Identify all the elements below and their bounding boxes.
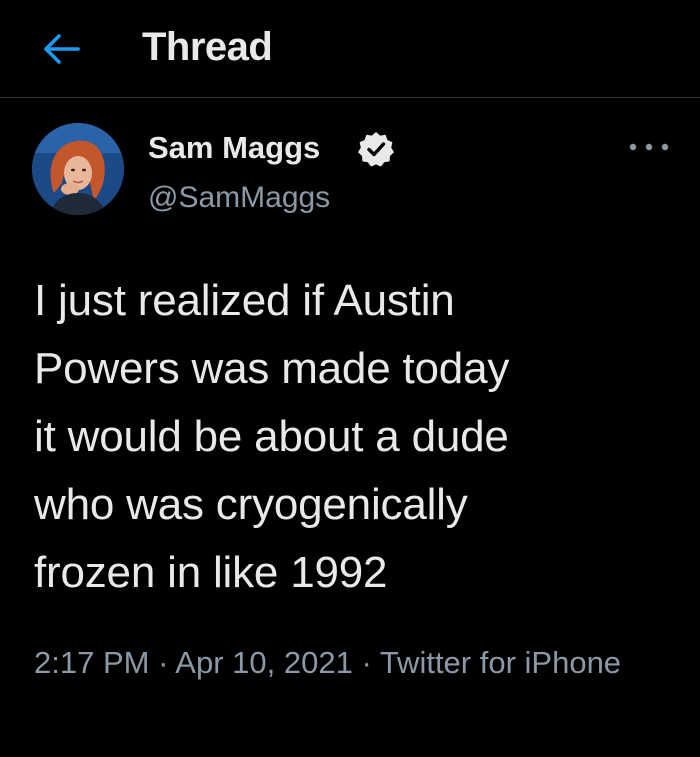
tweet-date[interactable]: Apr 10, 2021: [175, 645, 353, 680]
verified-badge-icon: [356, 129, 396, 169]
thread-header: Thread: [0, 0, 700, 98]
author-name[interactable]: Sam Maggs: [148, 129, 320, 167]
tweet-text: I just realized if Austin Powers was mad…: [34, 276, 510, 597]
tweet: Sam Maggs @SamMaggs I just realized if A…: [0, 99, 700, 757]
more-horizontal-icon: [629, 143, 669, 151]
meta-separator: ·: [149, 645, 176, 680]
tweet-time[interactable]: 2:17 PM: [34, 645, 149, 680]
page-title: Thread: [142, 25, 273, 69]
author-handle[interactable]: @SamMaggs: [148, 179, 330, 217]
more-options-button[interactable]: [625, 135, 673, 159]
avatar[interactable]: [32, 123, 124, 215]
tweet-metadata: 2:17 PM · Apr 10, 2021 · Twitter for iPh…: [34, 641, 674, 685]
arrow-left-icon: [44, 34, 80, 64]
back-button[interactable]: [40, 28, 82, 70]
tweet-source[interactable]: Twitter for iPhone: [380, 645, 621, 680]
avatar-image: [32, 123, 124, 215]
meta-separator: ·: [352, 645, 380, 680]
